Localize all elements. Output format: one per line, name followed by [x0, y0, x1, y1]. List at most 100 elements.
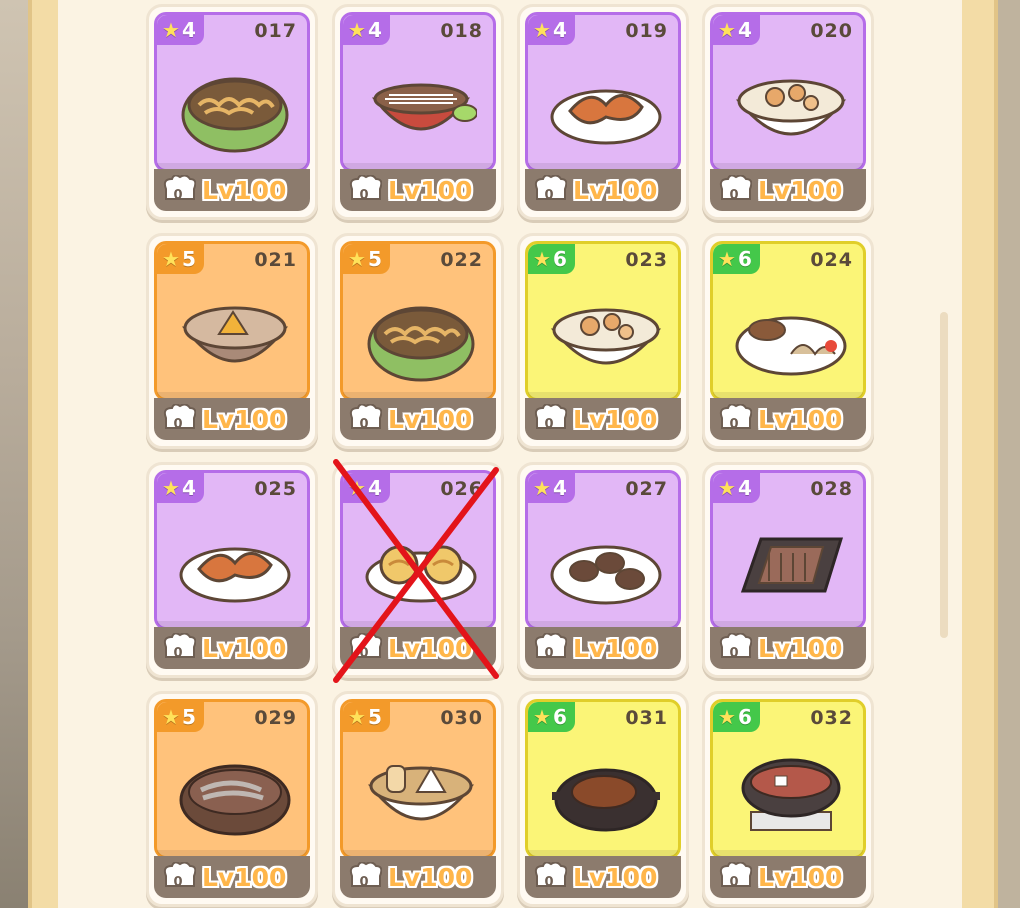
star-icon: ★: [533, 705, 551, 729]
card-number: 021: [254, 249, 297, 271]
recipe-card-023[interactable]: ★ 6 023 0 Lv100: [517, 233, 689, 449]
bowl-white-icon: [735, 79, 847, 136]
card-art: ★ 5 021: [154, 241, 310, 401]
card-number: 025: [254, 478, 297, 500]
card-footer: 0 Lv100: [154, 398, 310, 440]
hat-count: 0: [173, 417, 182, 432]
star-badge: ★ 4: [528, 473, 575, 503]
star-count: 4: [181, 18, 196, 42]
card-footer: 0 Lv100: [340, 627, 496, 669]
card-number: 026: [440, 478, 483, 500]
hat-count: 0: [359, 646, 368, 661]
recipe-card-022[interactable]: ★ 5 022 0 Lv100: [332, 233, 504, 449]
board-meat-icon: [740, 537, 844, 593]
recipe-card-027[interactable]: ★ 4 027 0 Lv100: [517, 462, 689, 678]
hat-count: 0: [729, 417, 738, 432]
card-art: ★ 4 027: [525, 470, 681, 630]
bowl-oden-icon: [367, 765, 475, 821]
star-badge: ★ 4: [343, 15, 390, 45]
scrollbar[interactable]: [940, 312, 948, 638]
star-count: 6: [737, 705, 752, 729]
pan-steak-icon: [552, 768, 660, 832]
star-badge: ★ 4: [157, 473, 204, 503]
star-icon: ★: [718, 476, 736, 500]
pot-fish-icon: [179, 764, 291, 836]
plate-sausage-icon: [550, 89, 662, 145]
hat-count: 0: [173, 875, 182, 890]
recipe-card-029[interactable]: ★ 5 029 0 Lv100: [146, 691, 318, 907]
recipe-card-021[interactable]: ★ 5 021 0 Lv100: [146, 233, 318, 449]
card-art: ★ 4 017: [154, 12, 310, 172]
bowl-green-icon: [367, 306, 475, 382]
level-label: Lv100: [388, 633, 473, 663]
card-art: ★ 4 026: [340, 470, 496, 630]
hat-count: 0: [544, 188, 553, 203]
hat-count: 0: [544, 417, 553, 432]
recipe-card-028[interactable]: ★ 4 028 0 Lv100: [702, 462, 874, 678]
chef-hat-icon: 0: [163, 862, 196, 890]
chef-hat-icon: 0: [163, 404, 196, 432]
recipe-card-018[interactable]: ★ 4 018 0 Lv100: [332, 4, 504, 220]
hat-count: 0: [359, 188, 368, 203]
level-label: Lv100: [573, 633, 658, 663]
chef-hat-icon: 0: [534, 633, 567, 661]
plate-patty-icon: [550, 545, 662, 605]
hat-count: 0: [729, 646, 738, 661]
level-label: Lv100: [202, 862, 287, 892]
card-footer: 0 Lv100: [525, 398, 681, 440]
level-label: Lv100: [573, 862, 658, 892]
card-art: ★ 5 029: [154, 699, 310, 859]
level-label: Lv100: [388, 862, 473, 892]
star-badge: ★ 6: [713, 244, 760, 274]
recipe-card-017[interactable]: ★ 4 017 0 Lv100: [146, 4, 318, 220]
card-footer: 0 Lv100: [154, 627, 310, 669]
level-label: Lv100: [573, 404, 658, 434]
star-badge: ★ 4: [157, 15, 204, 45]
recipe-card-031[interactable]: ★ 6 031 0 Lv100: [517, 691, 689, 907]
star-count: 4: [367, 476, 382, 500]
card-footer: 0 Lv100: [154, 169, 310, 211]
recipe-card-024[interactable]: ★ 6 024 0 Lv100: [702, 233, 874, 449]
card-footer: 0 Lv100: [710, 169, 866, 211]
hat-count: 0: [544, 875, 553, 890]
star-count: 4: [181, 476, 196, 500]
chef-hat-icon: 0: [349, 404, 382, 432]
star-count: 5: [181, 705, 196, 729]
recipe-card-020[interactable]: ★ 4 020 0 Lv100: [702, 4, 874, 220]
chef-hat-icon: 0: [349, 175, 382, 203]
card-number: 020: [810, 20, 853, 42]
star-count: 4: [552, 18, 567, 42]
recipe-card-025[interactable]: ★ 4 025 0 Lv100: [146, 462, 318, 678]
recipe-card-019[interactable]: ★ 4 019 0 Lv100: [517, 4, 689, 220]
star-icon: ★: [348, 476, 366, 500]
chef-hat-icon: 0: [719, 175, 752, 203]
star-badge: ★ 5: [343, 702, 390, 732]
recipe-grid: ★ 4 017 0 Lv100 ★ 4 018 0 Lv100 ★ 4 019 0 Lv100 ★ 4 020 0 L…: [146, 4, 876, 908]
pot-hot-icon: [741, 758, 841, 831]
recipe-card-030[interactable]: ★ 5 030 0 Lv100: [332, 691, 504, 907]
star-icon: ★: [718, 705, 736, 729]
level-label: Lv100: [758, 175, 843, 205]
card-number: 023: [625, 249, 668, 271]
card-art: ★ 6 024: [710, 241, 866, 401]
star-icon: ★: [718, 247, 736, 271]
star-icon: ★: [718, 18, 736, 42]
card-number: 032: [810, 707, 853, 729]
chef-hat-icon: 0: [719, 404, 752, 432]
star-count: 5: [181, 247, 196, 271]
card-footer: 0 Lv100: [525, 856, 681, 898]
level-label: Lv100: [388, 175, 473, 205]
level-label: Lv100: [758, 404, 843, 434]
card-art: ★ 6 032: [710, 699, 866, 859]
card-footer: 0 Lv100: [154, 856, 310, 898]
chef-hat-icon: 0: [719, 633, 752, 661]
star-icon: ★: [348, 18, 366, 42]
recipe-card-032[interactable]: ★ 6 032 0 Lv100: [702, 691, 874, 907]
plate-sausage-icon: [179, 547, 291, 603]
recipe-card-026[interactable]: ★ 4 026 0 Lv100: [332, 462, 504, 678]
card-number: 031: [625, 707, 668, 729]
card-number: 027: [625, 478, 668, 500]
card-art: ★ 4 025: [154, 470, 310, 630]
card-number: 024: [810, 249, 853, 271]
card-footer: 0 Lv100: [710, 856, 866, 898]
